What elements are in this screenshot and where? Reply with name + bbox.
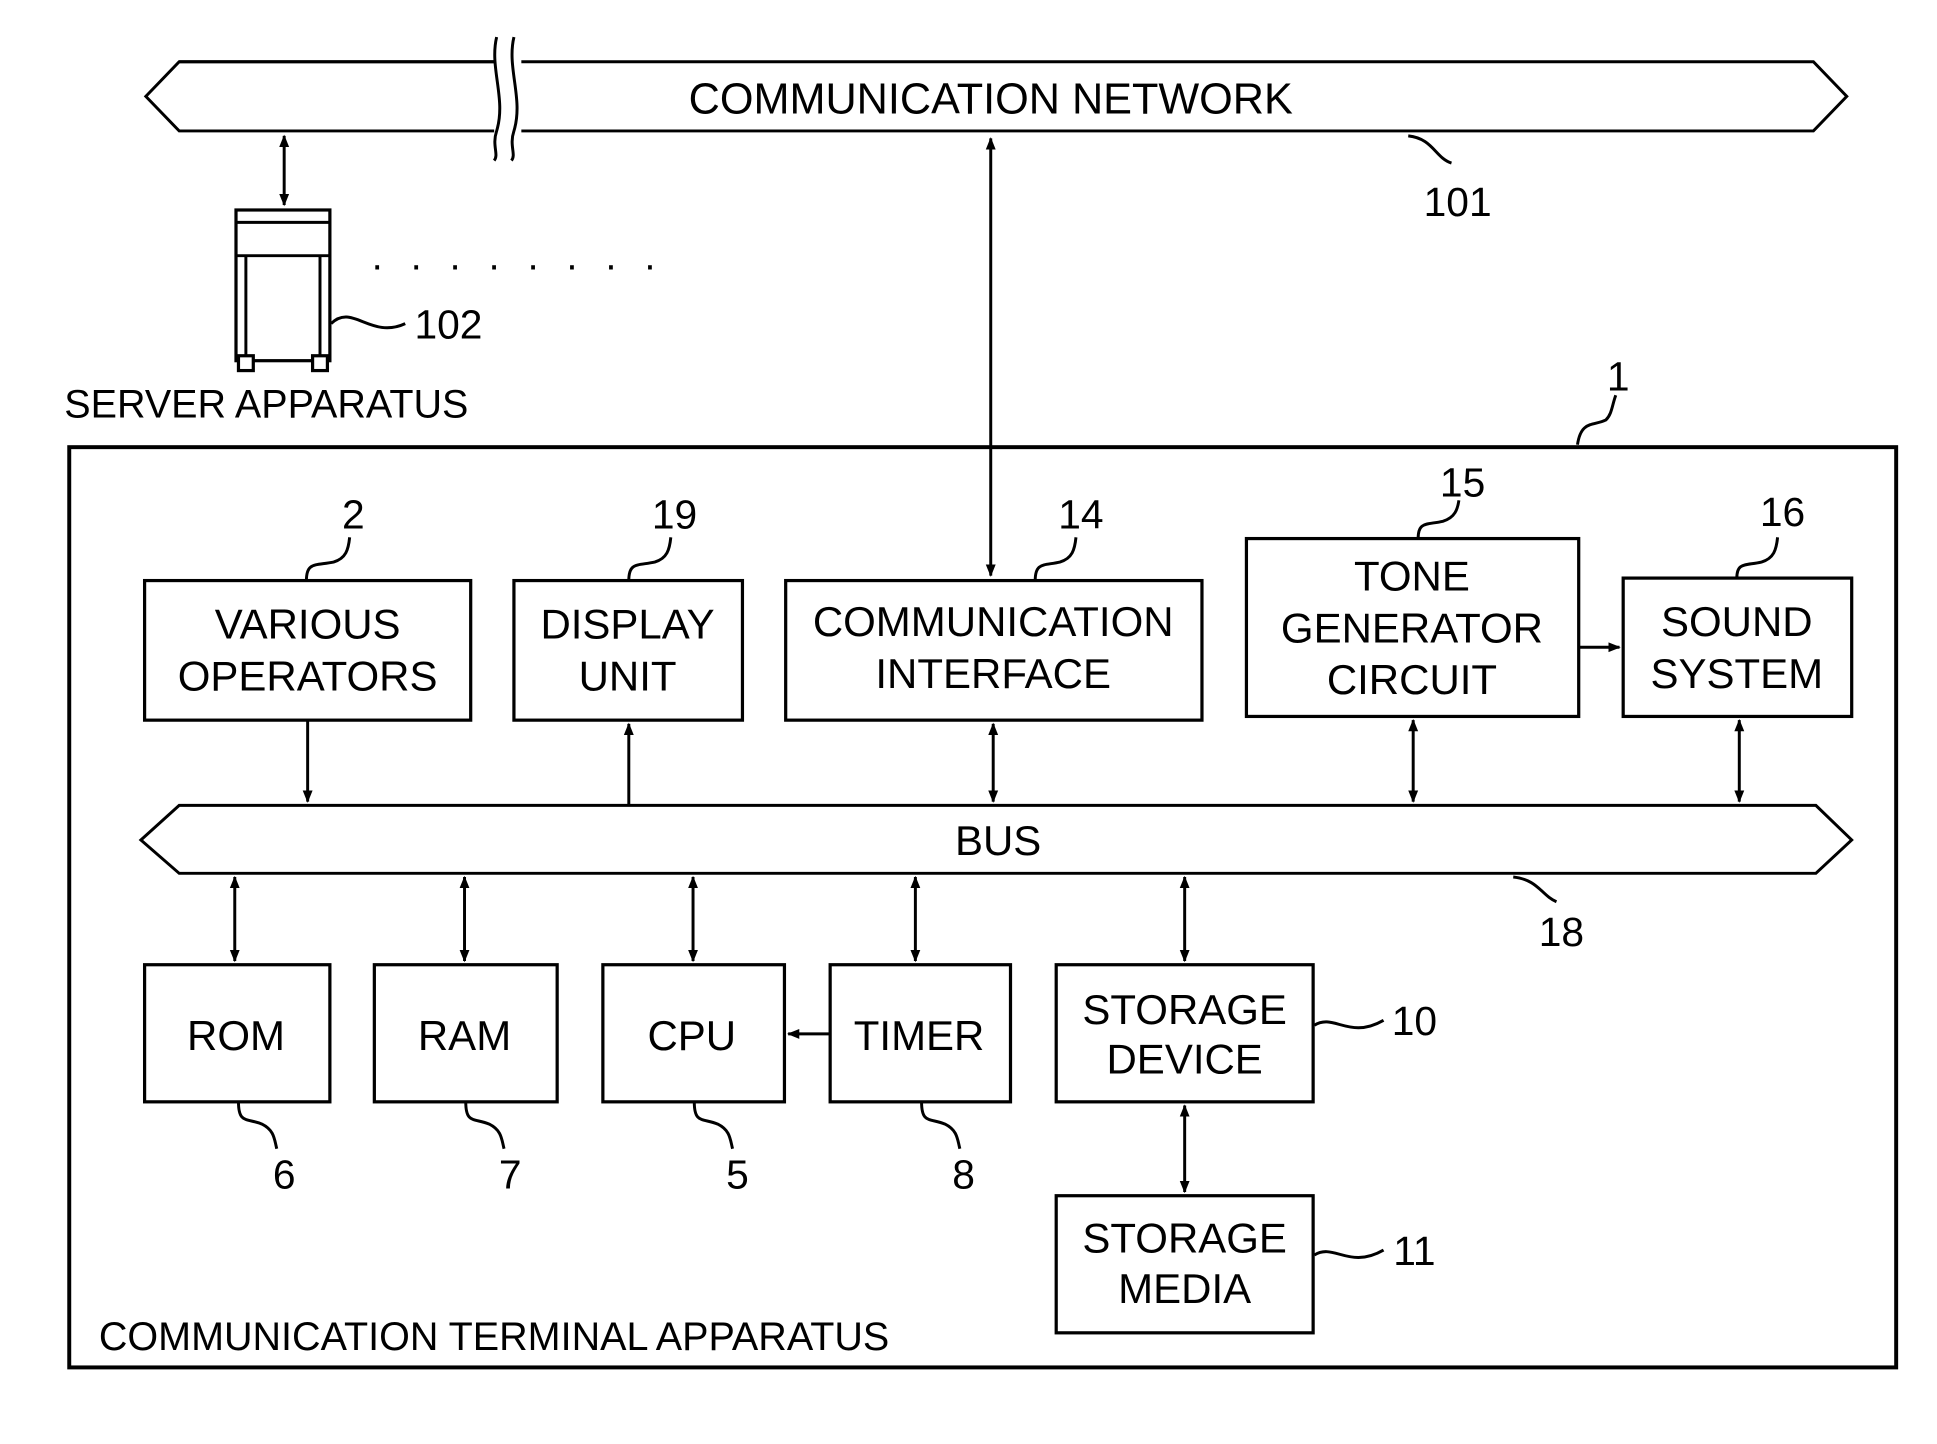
leader-7	[464, 1101, 506, 1150]
leader-18	[1513, 875, 1558, 904]
server-apparatus: · · · · · · · · 102 SERVER APPARATUS	[64, 134, 664, 427]
ref-2: 2	[342, 492, 365, 538]
leader-16	[1735, 537, 1780, 579]
communication-network: COMMUNICATION NETWORK 101	[143, 36, 1849, 225]
block-ram: RAM 7	[372, 963, 559, 1197]
block-sound-system: SOUND SYSTEM 16	[1621, 489, 1854, 719]
leader-19	[627, 537, 673, 581]
leader-8	[920, 1101, 962, 1150]
ref-7: 7	[499, 1151, 522, 1197]
leader-2	[304, 537, 352, 581]
block-label: DEVICE	[1107, 1035, 1263, 1082]
block-label: STORAGE	[1082, 1215, 1287, 1262]
server-label: SERVER APPARATUS	[64, 383, 468, 427]
leader-5	[692, 1101, 735, 1150]
block-label: VARIOUS	[215, 601, 401, 648]
block-label: MEDIA	[1118, 1265, 1251, 1312]
leader-102	[330, 315, 406, 330]
block-display-unit: DISPLAY UNIT 19	[512, 492, 745, 722]
block-label: GENERATOR	[1281, 604, 1543, 651]
block-label: RAM	[418, 1012, 511, 1059]
block-label: STORAGE	[1082, 986, 1287, 1033]
block-label: OPERATORS	[178, 653, 438, 700]
ref-14: 14	[1058, 492, 1103, 538]
ref-10: 10	[1392, 998, 1437, 1044]
leader-14	[1033, 537, 1078, 581]
block-diagram: COMMUNICATION NETWORK 101 · · · · · · · …	[64, 36, 1899, 1370]
block-label: DISPLAY	[540, 601, 714, 648]
block-rom: ROM 6	[142, 963, 332, 1197]
ref-18: 18	[1539, 909, 1584, 955]
block-label: ROM	[187, 1012, 285, 1059]
ref-101: 101	[1424, 179, 1492, 225]
bus-label: BUS	[955, 817, 1041, 864]
block-storage-media: STORAGE MEDIA 11	[1054, 1194, 1436, 1335]
ref-1: 1	[1607, 353, 1630, 399]
leader-1	[1576, 394, 1618, 445]
ref-11: 11	[1393, 1228, 1435, 1274]
leader-11	[1313, 1248, 1385, 1259]
ref-5: 5	[726, 1151, 749, 1197]
network-label: COMMUNICATION NETWORK	[689, 76, 1293, 124]
ref-8: 8	[952, 1151, 975, 1197]
ref-102: 102	[414, 301, 482, 347]
block-label: TIMER	[854, 1012, 985, 1059]
block-cpu: CPU 5	[601, 963, 787, 1197]
block-label: SOUND	[1661, 598, 1813, 645]
block-label: CPU	[647, 1012, 736, 1059]
ref-15: 15	[1440, 460, 1485, 506]
block-label: CIRCUIT	[1327, 656, 1497, 703]
more-servers-ellipsis: · · · · · · · ·	[371, 243, 664, 287]
block-various-operators: VARIOUS OPERATORS 2	[142, 492, 473, 722]
block-storage-device: STORAGE DEVICE 10	[1054, 963, 1437, 1104]
bus: BUS 18	[138, 803, 1854, 955]
block-communication-interface: COMMUNICATION INTERFACE 14	[784, 492, 1204, 722]
block-label: UNIT	[579, 653, 677, 700]
block-label: INTERFACE	[875, 650, 1111, 697]
block-label: TONE	[1354, 552, 1470, 599]
block-timer: TIMER 8	[828, 963, 1013, 1197]
leader-6	[236, 1101, 279, 1150]
block-label: COMMUNICATION	[813, 598, 1174, 645]
leader-10	[1313, 1019, 1385, 1030]
ref-6: 6	[273, 1151, 296, 1197]
ref-19: 19	[652, 492, 697, 538]
terminal-label: COMMUNICATION TERMINAL APPARATUS	[99, 1315, 889, 1359]
server-icon	[234, 208, 332, 373]
leader-15	[1416, 500, 1461, 539]
block-tone-generator-circuit: TONE GENERATOR CIRCUIT 15	[1244, 460, 1581, 719]
ref-16: 16	[1760, 489, 1805, 535]
leader-101	[1408, 134, 1453, 165]
block-label: SYSTEM	[1651, 650, 1824, 697]
